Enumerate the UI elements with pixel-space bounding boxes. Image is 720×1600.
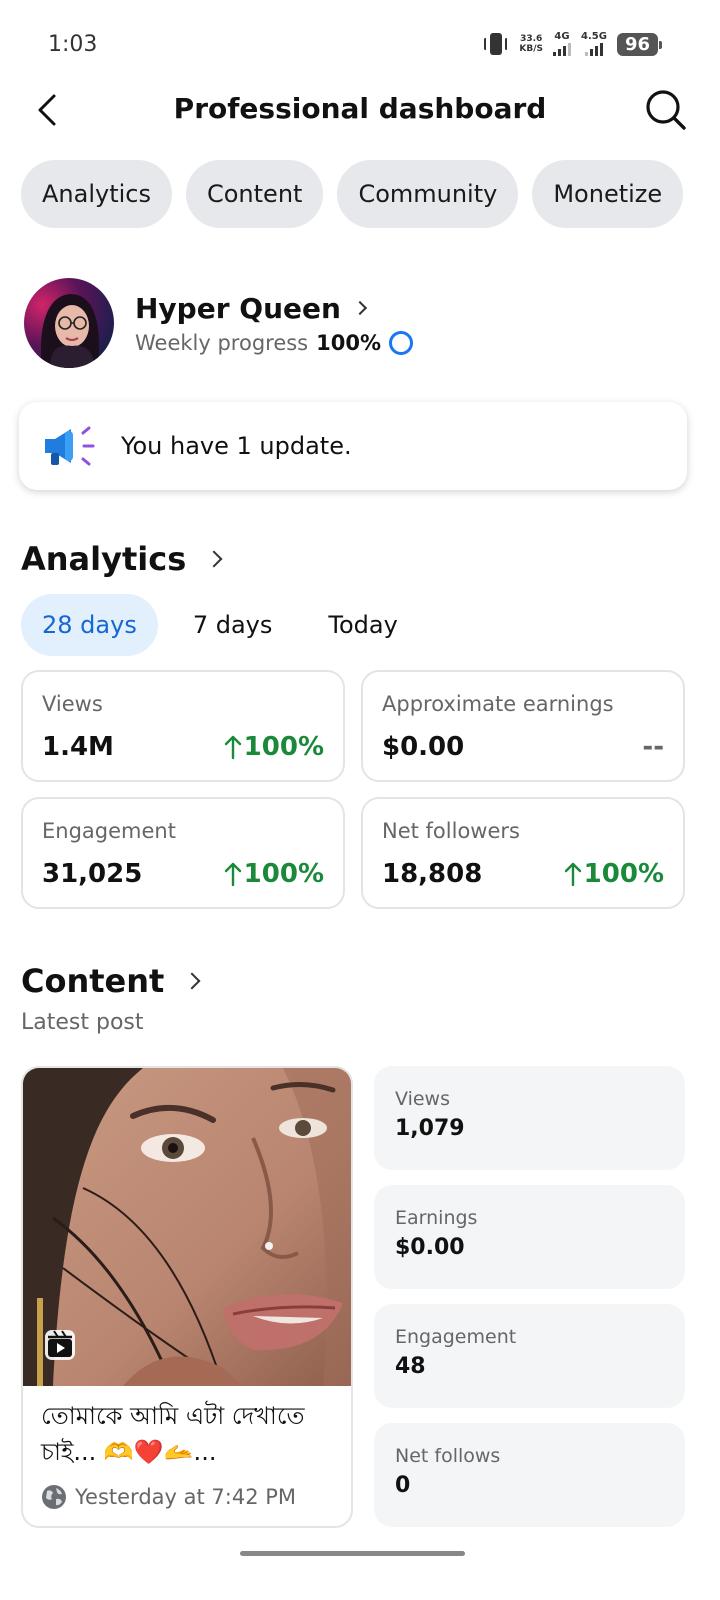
post-stat-earnings[interactable]: Earnings $0.00 [374,1185,685,1289]
post-stat-net-follows[interactable]: Net follows 0 [374,1423,685,1527]
arrow-up-icon [564,862,581,887]
arrow-up-icon [224,735,241,760]
stat-card-engagement[interactable]: Engagement 31,025 100% [21,797,345,909]
battery-icon: 96 [616,32,663,56]
stat-label: Approximate earnings [382,692,614,716]
post-timestamp: Yesterday at 7:42 PM [41,1484,296,1510]
stat-value: $0.00 [382,732,465,762]
content-header[interactable]: Content [21,962,201,1000]
search-icon[interactable] [644,88,688,132]
latest-post-stats: Views 1,079 Earnings $0.00 Engagement 48… [374,1066,685,1542]
post-caption: তোমাকে আমি এটা দেখাতে চাই... 🫶❤️🫴... [41,1402,305,1466]
latest-post-card[interactable]: তোমাকে আমি এটা দেখাতে চাই... 🫶❤️🫴... Yes… [21,1066,353,1528]
signal-label-2: 4.5G [581,31,607,42]
stat-value: 31,025 [42,859,143,889]
stat-change-value: 100% [583,859,664,889]
post-stat-value: 0 [395,1473,411,1498]
profile-row[interactable]: Hyper Queen Weekly progress 100% [24,278,414,368]
chip-content[interactable]: Content [185,160,324,228]
content-title: Content [21,962,165,1000]
globe-icon [42,1485,66,1509]
chevron-right-icon [352,300,368,316]
top-app-bar: Professional dashboard [0,80,720,140]
stat-value: 18,808 [382,859,483,889]
update-text: You have 1 update. [121,432,352,460]
profile-name-row[interactable]: Hyper Queen [135,292,413,325]
section-chips: Analytics Content Community Monetize [21,160,684,228]
post-stat-label: Views [395,1088,450,1110]
weekly-progress-value: 100% [316,330,382,355]
chevron-right-icon [205,550,223,568]
status-bar: 1:03 33.6 KB/S 4G 4.5G 96 [0,0,720,90]
stat-label: Net followers [382,819,520,843]
avatar[interactable] [24,278,114,368]
post-time-text: Yesterday at 7:42 PM [75,1485,297,1509]
latest-post-label: Latest post [21,1010,144,1035]
profile-name: Hyper Queen [135,291,341,325]
time-range-tabs: 28 days 7 days Today [21,594,433,656]
stat-label: Views [42,692,103,716]
stat-change: 100% [224,859,324,889]
progress-ring-icon [389,330,414,355]
post-stat-value: 1,079 [395,1116,465,1141]
post-stat-label: Engagement [395,1326,517,1348]
stat-card-views[interactable]: Views 1.4M 100% [21,670,345,782]
status-time: 1:03 [48,32,98,57]
analytics-stats: Views 1.4M 100% Approximate earnings $0.… [21,670,685,909]
network-speed-unit: KB/S [519,44,543,54]
chip-community[interactable]: Community [337,160,519,228]
arrow-up-icon [224,862,241,887]
chevron-right-icon [183,972,201,990]
signal-label-1: 4G [554,31,570,42]
chip-monetize[interactable]: Monetize [532,160,684,228]
weekly-progress-label: Weekly progress [135,330,309,355]
post-thumbnail[interactable] [23,1068,351,1386]
network-speed: 33.6 KB/S [519,34,543,54]
page-title: Professional dashboard [173,92,547,125]
post-stat-engagement[interactable]: Engagement 48 [374,1304,685,1408]
network-speed-value: 33.6 [520,34,543,44]
post-stat-views[interactable]: Views 1,079 [374,1066,685,1170]
stat-change-value: -- [642,732,664,762]
stat-change-value: 100% [243,732,324,762]
analytics-header[interactable]: Analytics [21,540,223,578]
home-indicator[interactable] [240,1551,465,1556]
tab-7-days[interactable]: 7 days [172,594,294,656]
post-stat-value: 48 [395,1354,426,1379]
stat-card-net-followers[interactable]: Net followers 18,808 100% [361,797,685,909]
update-banner[interactable]: You have 1 update. [19,402,687,490]
chip-analytics[interactable]: Analytics [21,160,172,228]
analytics-title: Analytics [21,540,187,578]
stat-change: 100% [564,859,664,889]
status-icons: 33.6 KB/S 4G 4.5G 96 [483,32,663,56]
stat-change: -- [642,732,664,762]
megaphone-icon [45,426,95,466]
post-stat-value: $0.00 [395,1235,465,1260]
stat-change: 100% [224,732,324,762]
stat-change-value: 100% [243,859,324,889]
tab-28-days[interactable]: 28 days [21,594,158,656]
vibrate-icon [483,32,509,56]
stat-label: Engagement [42,819,176,843]
signal-icon-1: 4G [553,32,571,56]
tab-today[interactable]: Today [307,594,418,656]
post-stat-label: Net follows [395,1445,501,1467]
reels-icon [45,1330,75,1360]
stat-value: 1.4M [42,732,114,762]
weekly-progress: Weekly progress 100% [135,330,414,355]
stat-card-earnings[interactable]: Approximate earnings $0.00 -- [361,670,685,782]
signal-icon-2: 4.5G [581,32,607,56]
post-stat-label: Earnings [395,1207,478,1229]
